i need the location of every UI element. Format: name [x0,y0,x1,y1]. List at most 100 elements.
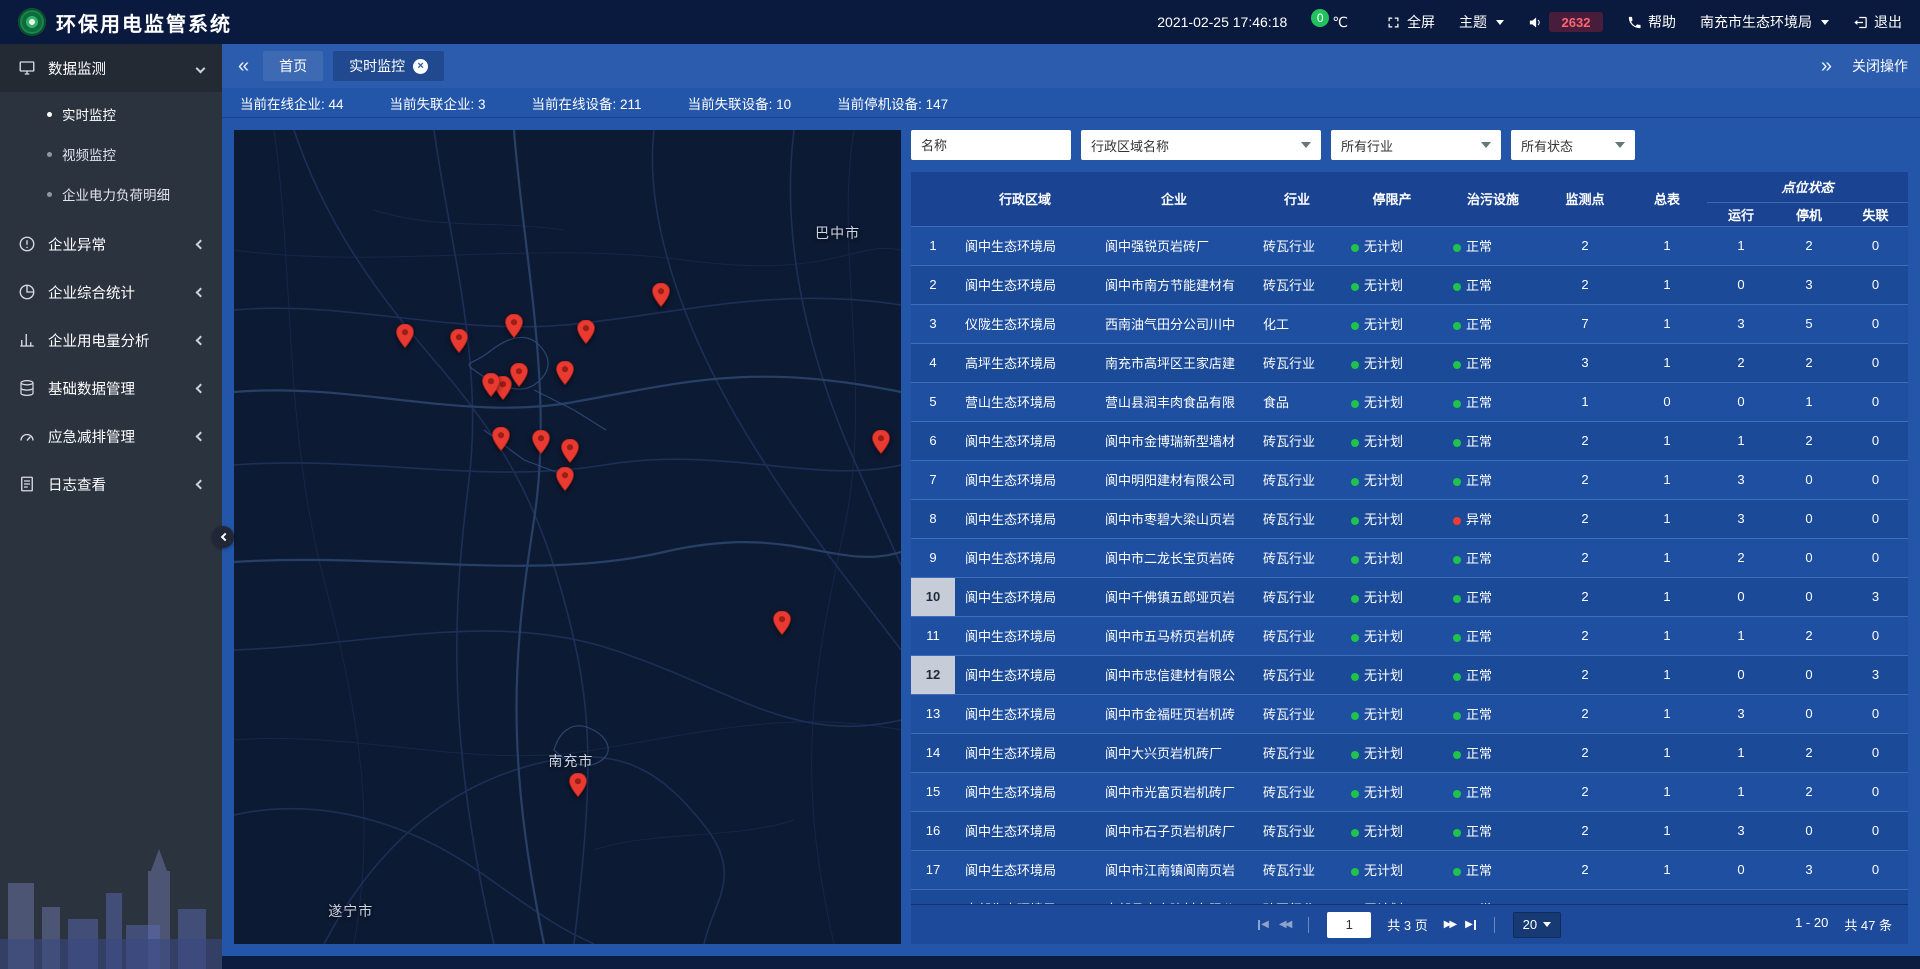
table-row[interactable]: 2阆中生态环境局阆中市南方节能建材有砖瓦行业无计划正常21030 [911,265,1908,304]
cell-meters: 1 [1627,811,1707,850]
col-header-stop[interactable]: 停机 [1775,202,1843,226]
close-operations-button[interactable]: 关闭操作 [1852,56,1908,76]
tabs-scroll-left-icon[interactable]: « [234,56,253,76]
cell-offline: 0 [1843,343,1908,382]
sidebar-item-base-data-management[interactable]: 基础数据管理 [0,364,222,412]
cell-points: 2 [1543,850,1627,889]
cell-region: 阆中生态环境局 [955,772,1095,811]
row-number: 5 [911,382,955,421]
map-panel[interactable]: 巴中市南充市遂宁市 [234,130,901,944]
col-header-points[interactable]: 监测点 [1543,172,1627,226]
map-pin[interactable] [505,314,523,338]
table-row[interactable]: 7阆中生态环境局阆中明阳建材有限公司砖瓦行业无计划正常21300 [911,460,1908,499]
col-header-company[interactable]: 企业 [1095,172,1253,226]
table-row[interactable]: 12阆中生态环境局阆中市忠信建材有限公砖瓦行业无计划正常21003 [911,655,1908,694]
table-row[interactable]: 10阆中生态环境局阆中千佛镇五郎垭页岩砖瓦行业无计划正常21003 [911,577,1908,616]
table-row[interactable]: 18南部生态环境局南部县宏泰建材有限公砖瓦行业无计划正常21030 [911,889,1908,904]
sidebar-item-power-usage-analysis[interactable]: 企业用电量分析 [0,316,222,364]
map-pin[interactable] [577,320,595,344]
cell-industry: 砖瓦行业 [1253,499,1341,538]
first-page-button[interactable]: ◀ [1258,919,1269,930]
cell-region: 阆中生态环境局 [955,499,1095,538]
sidebar-subitem[interactable]: 视频监控 [0,134,222,174]
enterprise-table: 行政区域 企业 行业 停限产 治污设施 监测点 总表 点位状态 运行 [911,172,1908,904]
col-header-region[interactable]: 行政区域 [955,172,1095,226]
table-row[interactable]: 6阆中生态环境局阆中市金博瑞新型墙材砖瓦行业无计划正常21120 [911,421,1908,460]
col-header-production[interactable]: 停限产 [1341,172,1443,226]
sidebar-item-data-monitoring[interactable]: 数据监测 [0,44,222,92]
last-page-button[interactable]: ▶ [1465,919,1476,930]
col-header-meters[interactable]: 总表 [1627,172,1707,226]
table-row[interactable]: 14阆中生态环境局阆中大兴页岩机砖厂砖瓦行业无计划正常21120 [911,733,1908,772]
map-pin[interactable] [450,329,468,353]
cell-offline: 0 [1843,850,1908,889]
status-dot-icon [1351,868,1359,876]
map-pin[interactable] [556,467,574,491]
sidebar-subitem[interactable]: 企业电力负荷明细 [0,174,222,214]
cell-points: 2 [1543,577,1627,616]
region-filter-select[interactable]: 行政区域名称 [1081,130,1321,160]
name-filter-input[interactable] [911,130,1071,160]
page-size-select[interactable]: 20 [1513,912,1561,938]
next-page-button[interactable]: ▶▶ [1444,919,1455,930]
brand: 环保用电监管系统 [18,8,232,37]
table-row[interactable]: 3仪陇生态环境局西南油气田分公司川中化工无计划正常71350 [911,304,1908,343]
col-header-run[interactable]: 运行 [1707,202,1775,226]
table-row[interactable]: 15阆中生态环境局阆中市光富页岩机砖厂砖瓦行业无计划正常21120 [911,772,1908,811]
page-input[interactable] [1327,912,1371,938]
collapse-map-button[interactable] [212,526,234,548]
status-filter-select[interactable]: 所有状态 [1511,130,1635,160]
table-row[interactable]: 11阆中生态环境局阆中市五马桥页岩机砖砖瓦行业无计划正常21120 [911,616,1908,655]
cell-stop: 5 [1775,304,1843,343]
prev-page-button[interactable]: ◀◀ [1279,919,1290,930]
table-row[interactable]: 9阆中生态环境局阆中市二龙长宝页岩砖砖瓦行业无计划正常21200 [911,538,1908,577]
cell-stop: 2 [1775,616,1843,655]
close-tab-icon[interactable]: × [413,59,428,74]
map-pin[interactable] [872,430,890,454]
map-pin[interactable] [396,324,414,348]
cell-stop: 2 [1775,226,1843,265]
map-pin[interactable] [532,430,550,454]
table-row[interactable]: 4高坪生态环境局南充市高坪区王家店建砖瓦行业无计划正常31220 [911,343,1908,382]
tab-home[interactable]: 首页 [263,51,323,81]
cell-production: 无计划 [1341,421,1443,460]
map-pin[interactable] [652,283,670,307]
help-button[interactable]: 帮助 [1627,12,1676,32]
col-header-offline[interactable]: 失联 [1843,202,1908,226]
cell-company: 营山县润丰肉食品有限 [1095,382,1253,421]
tabs-scroll-right-icon[interactable]: » [1817,56,1836,76]
map-pin[interactable] [773,611,791,635]
sidebar-item-emergency-reduction[interactable]: 应急减排管理 [0,412,222,460]
sidebar-subitem[interactable]: 实时监控 [0,94,222,134]
tab-realtime-monitor[interactable]: 实时监控 × [333,51,444,81]
map-pin[interactable] [556,361,574,385]
sidebar-item-log-view[interactable]: 日志查看 [0,460,222,508]
sidebar-item-enterprise-abnormal[interactable]: 企业异常 [0,220,222,268]
alarm-widget[interactable]: 2632 [1528,12,1603,32]
table-row[interactable]: 17阆中生态环境局阆中市江南镇阆南页岩砖瓦行业无计划正常21030 [911,850,1908,889]
table-row[interactable]: 5营山生态环境局营山县润丰肉食品有限食品无计划正常10010 [911,382,1908,421]
table-row[interactable]: 8阆中生态环境局阆中市枣碧大梁山页岩砖瓦行业无计划异常21300 [911,499,1908,538]
industry-filter-select[interactable]: 所有行业 [1331,130,1501,160]
fullscreen-button[interactable]: 全屏 [1386,12,1435,32]
cell-points: 2 [1543,811,1627,850]
theme-label: 主题 [1459,12,1487,32]
table-row[interactable]: 1阆中生态环境局阆中强锐页岩砖厂砖瓦行业无计划正常21120 [911,226,1908,265]
cell-meters: 1 [1627,499,1707,538]
map-pin[interactable] [561,439,579,463]
cell-stop: 0 [1775,655,1843,694]
sidebar-item-enterprise-statistics[interactable]: 企业综合统计 [0,268,222,316]
cell-treatment: 正常 [1443,265,1543,304]
logout-button[interactable]: 退出 [1853,12,1902,32]
col-header-treatment[interactable]: 治污设施 [1443,172,1543,226]
map-pin[interactable] [510,363,528,387]
table-row[interactable]: 13阆中生态环境局阆中市金福旺页岩机砖砖瓦行业无计划正常21300 [911,694,1908,733]
cell-stop: 2 [1775,733,1843,772]
theme-dropdown[interactable]: 主题 [1459,12,1504,32]
col-header-industry[interactable]: 行业 [1253,172,1341,226]
map-pin[interactable] [492,427,510,451]
map-pin[interactable] [482,373,500,397]
table-row[interactable]: 16阆中生态环境局阆中市石子页岩机砖厂砖瓦行业无计划正常21300 [911,811,1908,850]
map-pin[interactable] [569,773,587,797]
org-dropdown[interactable]: 南充市生态环境局 [1700,12,1829,32]
